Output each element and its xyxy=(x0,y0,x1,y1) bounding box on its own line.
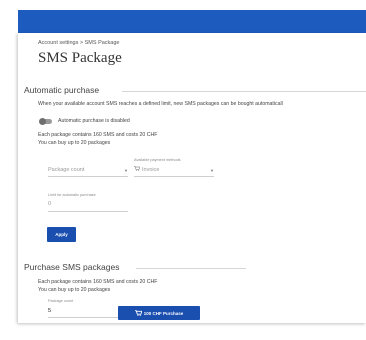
purchase-button[interactable]: 100 CHF Purchase xyxy=(118,306,200,320)
chevron-down-icon: ▼ xyxy=(210,168,214,173)
section-divider xyxy=(122,91,366,92)
purchase-limit-info: You can buy up to 20 packages xyxy=(38,287,111,293)
auto-package-count-select[interactable]: Package count ▼ xyxy=(48,163,128,177)
auto-purchase-limit-input[interactable]: Limit for automatic purchase 0 xyxy=(48,192,128,212)
content-card: Account settings > SMS Package SMS Packa… xyxy=(18,33,366,323)
limit-value: 0 xyxy=(48,201,52,207)
purchase-button-label: 100 CHF Purchase xyxy=(143,310,184,316)
automatic-purchase-description: When your available account SMS reaches … xyxy=(38,101,283,107)
section-divider xyxy=(136,268,246,269)
cart-icon xyxy=(134,166,140,171)
purchase-packages-heading: Purchase SMS packages xyxy=(24,262,120,272)
purchase-package-count-value: 5 xyxy=(48,308,52,314)
apply-button[interactable]: Apply xyxy=(47,227,76,242)
automatic-purchase-heading: Automatic purchase xyxy=(24,85,100,95)
page-title: SMS Package xyxy=(38,50,122,66)
breadcrumb[interactable]: Account settings > SMS Package xyxy=(38,40,119,46)
package-limit-info: You can buy up to 20 packages xyxy=(38,140,111,146)
limit-label: Limit for automatic purchase xyxy=(48,193,96,197)
payment-method-label: Available payment methods xyxy=(134,158,181,162)
chevron-down-icon: ▼ xyxy=(124,168,128,173)
package-count-placeholder: Package count xyxy=(48,167,85,173)
payment-method-select[interactable]: Available payment methods Invoice ▼ xyxy=(134,157,214,177)
purchase-package-count-select[interactable]: Package count 5 ▼ xyxy=(48,298,128,318)
automatic-purchase-toggle[interactable] xyxy=(39,117,52,125)
purchase-package-count-label: Package count xyxy=(48,299,74,303)
payment-method-value: Invoice xyxy=(142,167,160,173)
cart-icon xyxy=(134,310,142,316)
payment-method-value-wrap: Invoice xyxy=(134,166,159,173)
purchase-package-info: Each package contains 160 SMS and costs … xyxy=(38,279,158,285)
package-info: Each package contains 160 SMS and costs … xyxy=(38,132,158,138)
app-topbar xyxy=(18,10,366,33)
toggle-label: Automatic purchase is disabled xyxy=(58,118,130,124)
